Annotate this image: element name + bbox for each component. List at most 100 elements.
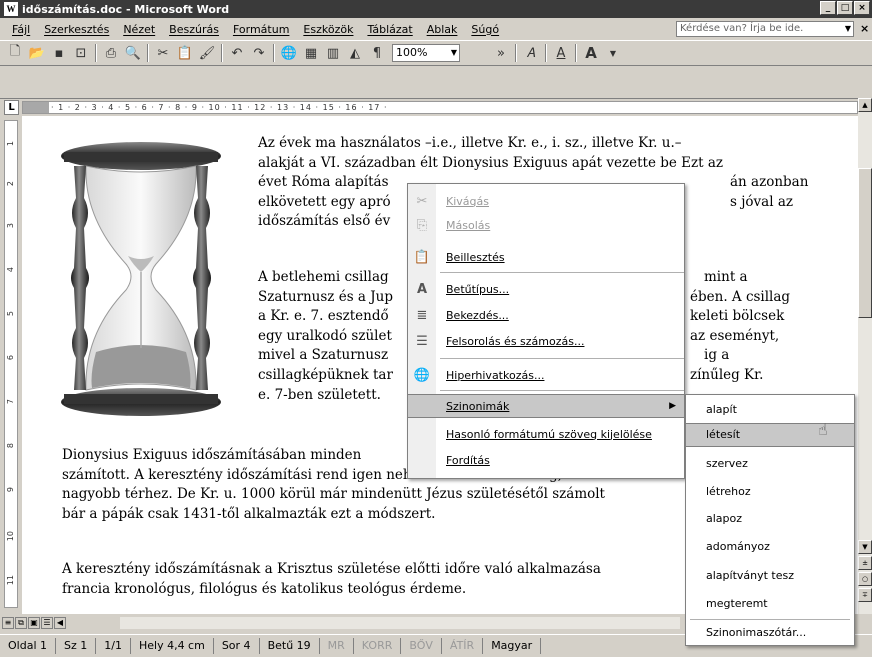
synonym-item[interactable]: alapítványt tesz <box>686 565 854 587</box>
print-preview-icon[interactable]: 🔍 <box>122 43 144 63</box>
menu-separator <box>690 619 850 620</box>
scroll-left-icon[interactable]: ◀ <box>54 617 66 629</box>
synonym-item-selected[interactable]: létesít <box>685 423 855 447</box>
horizontal-scrollbar[interactable] <box>120 617 680 629</box>
menu-item-font[interactable]: A Betűtípus... <box>408 278 684 300</box>
status-mode-overtype[interactable]: ÁTÍR <box>442 638 484 654</box>
menu-insert[interactable]: Beszúrás <box>169 23 219 36</box>
menu-item-hyperlink[interactable]: 🌐 Hiperhivatkozás... <box>408 364 684 386</box>
vertical-ruler: 1 2 3 4 5 6 7 8 9 10 11 <box>0 116 22 614</box>
text-line: a Kr. e. 7. esztendő <box>258 308 389 325</box>
synonym-item[interactable]: adományoz <box>686 536 854 558</box>
ruler-number: 9 <box>6 487 15 493</box>
menu-edit[interactable]: Szerkesztés <box>44 23 109 36</box>
menu-item-copy[interactable]: ⎘ Másolás <box>408 214 684 236</box>
highlight-button[interactable]: A <box>550 43 572 63</box>
word-icon[interactable]: W <box>4 2 18 16</box>
status-page: Oldal 1 <box>0 638 56 654</box>
browse-object-icon[interactable]: ○ <box>858 572 872 586</box>
scroll-up-icon[interactable]: ▲ <box>858 98 872 112</box>
next-page-icon[interactable]: ∓ <box>858 588 872 602</box>
columns-icon[interactable]: ▥ <box>322 43 344 63</box>
hand-cursor-icon: ☝ <box>818 420 828 439</box>
close-button[interactable]: × <box>854 1 870 15</box>
menu-file[interactable]: Fájl <box>12 23 30 36</box>
text-line: nagyobb térhez. De Kr. u. 1000 körül már… <box>62 486 605 503</box>
toolbar-separator <box>221 44 223 62</box>
synonym-item[interactable]: szervez <box>686 453 854 475</box>
ask-question-input[interactable]: Kérdése van? Írja be ide. <box>676 21 854 37</box>
menu-item-paste[interactable]: 📋 Beillesztés <box>408 246 684 268</box>
paragraph-mark-icon[interactable]: ¶ <box>366 43 388 63</box>
vertical-ruler-strip[interactable]: 1 2 3 4 5 6 7 8 9 10 11 <box>4 120 18 608</box>
status-mode-track[interactable]: KORR <box>354 638 402 654</box>
chevron-down-icon[interactable]: ▼ <box>842 21 854 37</box>
status-language[interactable]: Magyar <box>483 638 542 654</box>
undo-icon[interactable]: ↶ <box>226 43 248 63</box>
menu-item-bullets[interactable]: ☰ Felsorolás és számozás... <box>408 330 684 352</box>
synonym-item[interactable]: megteremt <box>686 593 854 615</box>
close-document-button[interactable]: × <box>860 22 869 35</box>
synonyms-submenu: alapít létesít szervez létrehoz alapoz a… <box>685 394 855 646</box>
ruler-strip[interactable]: · 1 · 2 · 3 · 4 · 5 · 6 · 7 · 8 · 9 · 10… <box>22 101 858 114</box>
menu-item-select-similar[interactable]: Hasonló formátumú szöveg kijelölése <box>408 423 684 445</box>
synonym-item[interactable]: létrehoz <box>686 481 854 503</box>
redo-icon[interactable]: ↷ <box>248 43 270 63</box>
save-icon[interactable]: ▪ <box>48 43 70 63</box>
menu-table[interactable]: Táblázat <box>367 23 412 36</box>
text-line: mivel a Szaturnusz <box>258 347 389 364</box>
open-icon[interactable]: 📂 <box>26 43 48 63</box>
format-painter-icon[interactable]: 🖌 <box>196 43 218 63</box>
menu-help[interactable]: Súgó <box>471 23 499 36</box>
normal-view-icon[interactable]: ≡ <box>2 617 14 629</box>
chevron-down-icon[interactable]: ▼ <box>602 43 624 63</box>
menu-item-label: Hasonló formátumú szöveg kijelölése <box>446 427 652 441</box>
ruler-number: 4 <box>6 267 15 273</box>
outline-view-icon[interactable]: ☰ <box>41 617 53 629</box>
scroll-down-icon[interactable]: ▼ <box>858 540 872 554</box>
menu-view[interactable]: Nézet <box>123 23 155 36</box>
print-layout-icon[interactable]: ▣ <box>28 617 40 629</box>
maximize-button[interactable]: □ <box>837 1 853 15</box>
previous-page-icon[interactable]: ± <box>858 556 872 570</box>
menu-format[interactable]: Formátum <box>233 23 289 36</box>
text-line: egy uralkodó szület <box>258 327 392 344</box>
text-line: zínűleg Kr. <box>690 366 764 383</box>
text-line: alakját a VI. században élt Dionysius Ex… <box>258 154 723 171</box>
menu-item-synonyms[interactable]: Szinonimák ▶ <box>407 394 685 418</box>
toolbar-separator <box>575 44 577 62</box>
menu-separator <box>440 390 684 391</box>
paste-icon[interactable]: 📋 <box>174 43 196 63</box>
toolbar-options-icon[interactable]: » <box>490 43 512 63</box>
synonym-item[interactable]: alapít <box>686 399 854 421</box>
table-icon[interactable]: ▦ <box>300 43 322 63</box>
copy-icon: ⎘ <box>416 217 428 233</box>
cut-icon[interactable]: ✂ <box>152 43 174 63</box>
styles-icon[interactable]: 𝐴 <box>520 43 542 63</box>
drawing-icon[interactable]: ◭ <box>344 43 366 63</box>
new-document-icon[interactable]: 🗋 <box>4 43 26 63</box>
menu-item-translate[interactable]: Fordítás <box>408 449 684 471</box>
minimize-button[interactable]: _ <box>820 1 836 15</box>
text-line: ig a <box>704 347 730 364</box>
text-line: bár a pápák csak 1431-től alkalmazták ez… <box>62 505 436 522</box>
menu-item-paragraph[interactable]: ≣ Bekezdés... <box>408 304 684 326</box>
web-view-icon[interactable]: ⧉ <box>15 617 27 629</box>
zoom-select[interactable]: 100% ▼ <box>392 44 460 62</box>
permission-icon[interactable]: ⊡ <box>70 43 92 63</box>
vertical-scrollbar[interactable]: ▲ ▼ ± ○ ∓ <box>858 98 872 614</box>
menu-window[interactable]: Ablak <box>427 23 458 36</box>
synonym-item[interactable]: alapoz <box>686 508 854 530</box>
thesaurus-item[interactable]: Szinonimaszótár... <box>686 622 854 644</box>
hyperlink-icon[interactable]: 🌐 <box>278 43 300 63</box>
print-icon[interactable]: ⎙ <box>100 43 122 63</box>
font-color-button[interactable]: A <box>580 43 602 63</box>
status-mode-record[interactable]: MR <box>320 638 354 654</box>
tab-selector-button[interactable]: L <box>4 100 19 115</box>
window-title: időszámítás.doc - Microsoft Word <box>22 2 230 16</box>
menu-item-cut[interactable]: ✂ Kivágás <box>408 190 684 212</box>
scrollbar-thumb[interactable] <box>858 168 872 318</box>
status-mode-extend[interactable]: BŐV <box>401 638 442 654</box>
menu-tools[interactable]: Eszközök <box>303 23 353 36</box>
submenu-arrow-icon: ▶ <box>669 401 676 411</box>
